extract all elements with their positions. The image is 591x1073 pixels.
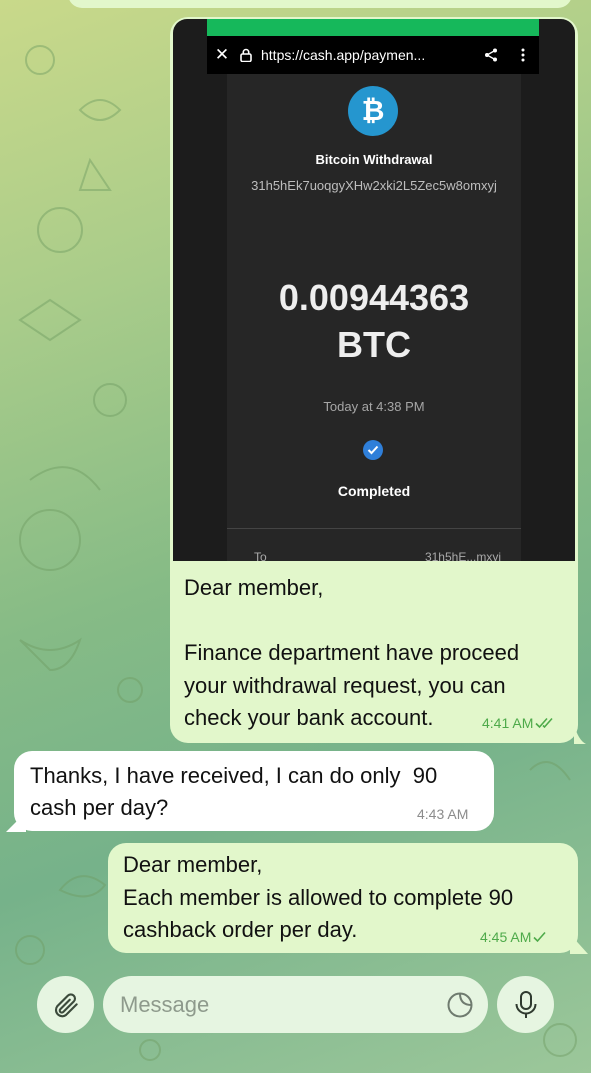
receipt-status: Completed: [337, 483, 411, 499]
btc-amount: 0.00944363: [278, 277, 470, 318]
url-text: https://cash.app/paymen...: [261, 47, 426, 63]
message-line: your withdrawal request, you can: [184, 672, 506, 698]
receipt-title: Bitcoin Withdrawal: [315, 152, 433, 167]
withdrawal-receipt: ₿ Bitcoin Withdrawal 31h5hEk7uoqgyXHw2xk…: [227, 74, 521, 561]
recipient-label: To: [254, 550, 267, 561]
outgoing-message-with-screenshot[interactable]: ✕ https://cash.app/paymen... ₿ Bitcoin W…: [170, 17, 578, 743]
message-meta: 4:41 AM: [482, 715, 557, 731]
receipt-time: Today at 4:38 PM: [323, 399, 425, 414]
message-line: Finance department have proceed: [184, 640, 520, 665]
voice-record-button[interactable]: [497, 976, 554, 1033]
message-line: Thanks, I have received, I can do only 9…: [30, 763, 438, 788]
bubble-tail: [574, 724, 586, 744]
message-input[interactable]: [103, 991, 432, 1018]
message-text: Dear member, Finance department have pro…: [184, 572, 564, 735]
incoming-message[interactable]: Thanks, I have received, I can do only 9…: [14, 751, 494, 831]
attach-button[interactable]: [37, 976, 94, 1033]
message-text: Thanks, I have received, I can do only 9…: [30, 760, 437, 824]
bitcoin-icon: ₿: [348, 86, 398, 136]
message-time: 4:43 AM: [417, 806, 469, 822]
close-icon: ✕: [214, 45, 230, 64]
lock-icon: [237, 46, 255, 64]
share-icon: [475, 48, 507, 62]
btc-unit: BTC: [337, 324, 411, 365]
receipt-divider: [227, 528, 521, 529]
message-line: Dear member,: [184, 575, 324, 600]
cashapp-receipt-screenshot[interactable]: ✕ https://cash.app/paymen... ₿ Bitcoin W…: [173, 19, 575, 561]
recipient-value: 31h5hE...mxyj: [424, 550, 501, 561]
message-meta: 4:45 AM: [480, 929, 547, 945]
status-strip: [207, 19, 539, 36]
message-line: cashback order per day.: [123, 917, 358, 942]
message-line: Dear member,: [123, 852, 263, 877]
message-line: cash per day?: [30, 795, 169, 820]
more-vert-icon: [507, 48, 539, 62]
browser-address-bar: ✕ https://cash.app/paymen...: [207, 36, 539, 74]
double-check-icon: [535, 717, 553, 729]
single-check-icon: [533, 931, 546, 943]
paperclip-icon: [54, 992, 78, 1017]
outgoing-message[interactable]: Dear member, Each member is allowed to c…: [108, 843, 578, 953]
message-time: 4:41 AM: [482, 715, 534, 731]
sticker-icon: [447, 992, 473, 1017]
previous-message-bubble: [68, 0, 572, 8]
microphone-icon: [515, 990, 536, 1018]
check-circle-icon: [363, 440, 383, 460]
message-field[interactable]: [103, 976, 488, 1033]
wallet-address: 31h5hEk7uoqgyXHw2xki2L5Zec5w8omxyj: [251, 178, 497, 193]
sticker-button[interactable]: [432, 976, 488, 1033]
message-line: Each member is allowed to complete 90: [123, 884, 514, 910]
message-text: Dear member, Each member is allowed to c…: [123, 849, 513, 947]
message-time: 4:45 AM: [480, 929, 532, 945]
